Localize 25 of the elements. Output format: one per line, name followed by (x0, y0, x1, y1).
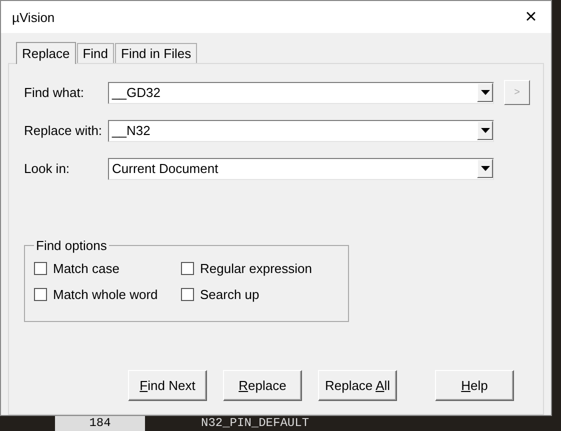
checkbox[interactable] (181, 288, 194, 301)
dialog-button[interactable]: Replace (223, 370, 302, 401)
field-label: Look in: (24, 161, 71, 176)
dialog-button[interactable]: Help (435, 370, 514, 401)
checkbox-label: Search up (200, 287, 260, 302)
window-title: µVision (12, 10, 55, 24)
combo-box[interactable]: __GD32 (108, 82, 494, 104)
checkbox-label: Match case (53, 261, 120, 276)
tab[interactable]: Find in Files (115, 43, 198, 63)
checkbox-label: Match whole word (53, 287, 158, 302)
checkbox-label: Regular expression (200, 261, 312, 276)
field-label: Replace with: (24, 123, 104, 138)
dialog-button[interactable]: Find Next (128, 370, 207, 401)
dialog-button[interactable]: Replace All (318, 370, 397, 401)
checkbox[interactable] (181, 262, 194, 275)
field-label: Find what: (24, 85, 85, 100)
combo-box[interactable]: Current Document (108, 158, 494, 180)
line-number: 184 (55, 416, 145, 431)
group-title: Find options (35, 238, 108, 253)
tab[interactable]: Find (76, 43, 114, 63)
checkbox[interactable] (34, 288, 47, 301)
tab[interactable]: Replace (16, 42, 76, 64)
close-button[interactable]: × (511, 1, 551, 33)
combo-box[interactable]: __N32 (108, 120, 494, 142)
checkbox[interactable] (34, 262, 47, 275)
